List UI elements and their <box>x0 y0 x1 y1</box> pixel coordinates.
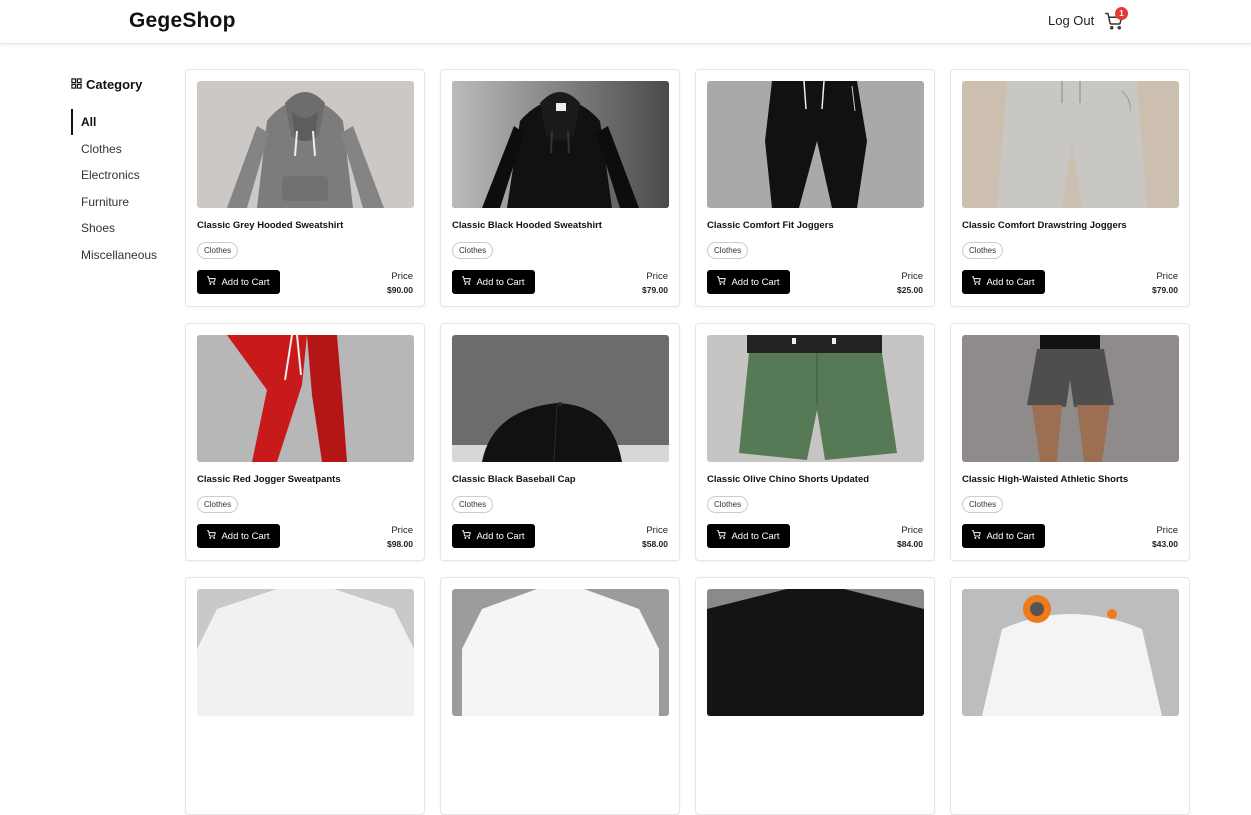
price-value: $58.00 <box>642 539 668 549</box>
category-tag: Clothes <box>452 496 494 513</box>
price-value: $79.00 <box>1152 285 1178 295</box>
category-item-miscellaneous[interactable]: Miscellaneous <box>71 242 171 269</box>
top-navbar: GegeShop Log Out 1 <box>0 0 1251 44</box>
add-to-cart-label: Add to Cart <box>986 530 1035 542</box>
category-tag: Clothes <box>962 242 1004 259</box>
product-title[interactable]: Classic Comfort Fit Joggers <box>707 220 834 231</box>
site-logo[interactable]: GegeShop <box>129 9 236 33</box>
product-card[interactable] <box>440 577 680 815</box>
product-title[interactable]: Classic Black Baseball Cap <box>452 474 576 485</box>
category-item-shoes[interactable]: Shoes <box>71 215 171 242</box>
product-card[interactable]: Classic Comfort Drawstring Joggers Cloth… <box>950 69 1190 307</box>
category-sidebar: Category All Clothes Electronics Furniture S… <box>71 76 171 268</box>
cart-icon <box>462 530 472 542</box>
add-to-cart-label: Add to Cart <box>731 530 780 542</box>
category-title: Category <box>86 76 143 92</box>
price-label: Price <box>1156 525 1178 536</box>
product-title[interactable]: Classic Comfort Drawstring Joggers <box>962 220 1127 231</box>
category-tag: Clothes <box>707 242 749 259</box>
add-to-cart-label: Add to Cart <box>221 276 270 288</box>
category-tag: Clothes <box>452 242 494 259</box>
price-label: Price <box>391 271 413 282</box>
product-card[interactable] <box>950 577 1190 815</box>
cart-icon <box>207 276 217 288</box>
product-image[interactable] <box>452 589 669 716</box>
product-title[interactable]: Classic Grey Hooded Sweatshirt <box>197 220 343 231</box>
product-image[interactable] <box>962 81 1179 208</box>
add-to-cart-label: Add to Cart <box>476 276 525 288</box>
add-to-cart-button[interactable]: Add to Cart <box>197 270 280 294</box>
price-value: $98.00 <box>387 539 413 549</box>
product-image[interactable] <box>962 589 1179 716</box>
product-image[interactable] <box>452 81 669 208</box>
price-label: Price <box>901 525 923 536</box>
add-to-cart-button[interactable]: Add to Cart <box>707 270 790 294</box>
category-tag: Clothes <box>707 496 749 513</box>
add-to-cart-label: Add to Cart <box>476 530 525 542</box>
product-card[interactable]: Classic Black Baseball Cap Clothes Add t… <box>440 323 680 561</box>
price-value: $79.00 <box>642 285 668 295</box>
product-image[interactable] <box>707 335 924 462</box>
add-to-cart-button[interactable]: Add to Cart <box>962 524 1045 548</box>
product-card[interactable]: Classic Olive Chino Shorts Updated Cloth… <box>695 323 935 561</box>
product-title[interactable]: Classic Red Jogger Sweatpants <box>197 474 341 485</box>
cart-icon <box>972 530 982 542</box>
add-to-cart-button[interactable]: Add to Cart <box>452 524 535 548</box>
price-value: $25.00 <box>897 285 923 295</box>
category-item-clothes[interactable]: Clothes <box>71 136 171 163</box>
cart-icon <box>717 276 727 288</box>
cart-icon <box>462 276 472 288</box>
product-title[interactable]: Classic Black Hooded Sweatshirt <box>452 220 602 231</box>
cart-icon <box>207 530 217 542</box>
grid-icon <box>71 77 82 92</box>
product-title[interactable]: Classic Olive Chino Shorts Updated <box>707 474 869 485</box>
product-image[interactable] <box>197 81 414 208</box>
cart-icon <box>717 530 727 542</box>
cart-count-badge: 1 <box>1115 7 1128 20</box>
price-value: $43.00 <box>1152 539 1178 549</box>
add-to-cart-label: Add to Cart <box>986 276 1035 288</box>
add-to-cart-button[interactable]: Add to Cart <box>452 270 535 294</box>
category-tag: Clothes <box>962 496 1004 513</box>
category-heading: Category <box>71 76 171 92</box>
category-item-furniture[interactable]: Furniture <box>71 189 171 216</box>
product-card[interactable] <box>185 577 425 815</box>
product-card[interactable]: Classic Comfort Fit Joggers Clothes Add … <box>695 69 935 307</box>
add-to-cart-button[interactable]: Add to Cart <box>707 524 790 548</box>
product-image[interactable] <box>452 335 669 462</box>
category-item-all[interactable]: All <box>71 109 171 136</box>
product-card[interactable] <box>695 577 935 815</box>
add-to-cart-button[interactable]: Add to Cart <box>962 270 1045 294</box>
product-title[interactable]: Classic High-Waisted Athletic Shorts <box>962 474 1128 485</box>
product-card[interactable]: Classic Grey Hooded Sweatshirt Clothes A… <box>185 69 425 307</box>
add-to-cart-label: Add to Cart <box>731 276 780 288</box>
product-card[interactable]: Classic Red Jogger Sweatpants Clothes Ad… <box>185 323 425 561</box>
category-list: All Clothes Electronics Furniture Shoes Misce… <box>71 109 171 268</box>
price-label: Price <box>646 271 668 282</box>
category-item-electronics[interactable]: Electronics <box>71 162 171 189</box>
price-value: $84.00 <box>897 539 923 549</box>
product-image[interactable] <box>707 589 924 716</box>
product-image[interactable] <box>707 81 924 208</box>
cart-icon <box>972 276 982 288</box>
product-card[interactable]: Classic High-Waisted Athletic Shorts Clo… <box>950 323 1190 561</box>
category-tag: Clothes <box>197 496 239 513</box>
add-to-cart-button[interactable]: Add to Cart <box>197 524 280 548</box>
price-label: Price <box>1156 271 1178 282</box>
price-label: Price <box>901 271 923 282</box>
product-image[interactable] <box>962 335 1179 462</box>
logout-button[interactable]: Log Out <box>1048 13 1094 28</box>
price-label: Price <box>391 525 413 536</box>
product-image[interactable] <box>197 335 414 462</box>
category-tag: Clothes <box>197 242 239 259</box>
add-to-cart-label: Add to Cart <box>221 530 270 542</box>
product-image[interactable] <box>197 589 414 716</box>
price-label: Price <box>646 525 668 536</box>
product-card[interactable]: Classic Black Hooded Sweatshirt Clothes … <box>440 69 680 307</box>
price-value: $90.00 <box>387 285 413 295</box>
